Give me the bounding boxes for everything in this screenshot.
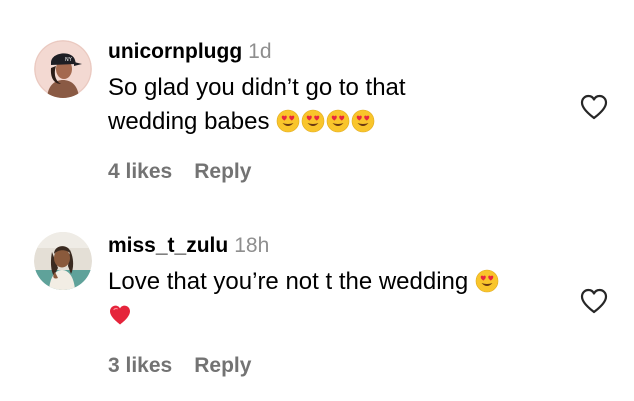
timestamp: 18h (234, 234, 270, 257)
comment-text-line: Love that you’re not t the wedding (108, 268, 469, 295)
comment-text-line: So glad you didn’t go to that (108, 74, 406, 101)
comment-text-line-emoji (108, 299, 578, 333)
comment-meta: 4 likes Reply (108, 160, 251, 184)
comment-header: miss_t_zulu 18h (108, 234, 269, 258)
comment-text: So glad you didn’t go to that wedding ba… (108, 71, 578, 139)
heart-eyes-emoji (276, 109, 300, 133)
avatar[interactable] (34, 232, 92, 290)
heart-eyes-emoji (475, 269, 499, 293)
heart-outline-icon[interactable] (580, 288, 608, 314)
avatar[interactable]: NY (34, 40, 92, 98)
comment-header: unicornplugg 1d (108, 40, 272, 64)
reply-button[interactable]: Reply (194, 354, 251, 377)
comment-text-line: wedding babes (108, 108, 270, 135)
heart-eyes-emoji (351, 109, 375, 133)
comment-text-line-with-emojis: Love that you’re not t the wedding (108, 265, 578, 299)
timestamp: 1d (248, 40, 272, 63)
username[interactable]: miss_t_zulu (108, 234, 228, 257)
comment-text: Love that you’re not t the wedding (108, 265, 578, 333)
likes-count[interactable]: 3 likes (108, 354, 172, 377)
comment-text-line-with-emojis: wedding babes (108, 105, 578, 139)
reply-button[interactable]: Reply (194, 160, 251, 183)
heart-eyes-emoji (326, 109, 350, 133)
heart-outline-icon[interactable] (580, 94, 608, 120)
red-heart-emoji (108, 303, 132, 327)
username[interactable]: unicornplugg (108, 40, 242, 63)
heart-eyes-emoji (301, 109, 325, 133)
likes-count[interactable]: 4 likes (108, 160, 172, 183)
comment-meta: 3 likes Reply (108, 354, 251, 378)
svg-text:NY: NY (65, 57, 73, 63)
